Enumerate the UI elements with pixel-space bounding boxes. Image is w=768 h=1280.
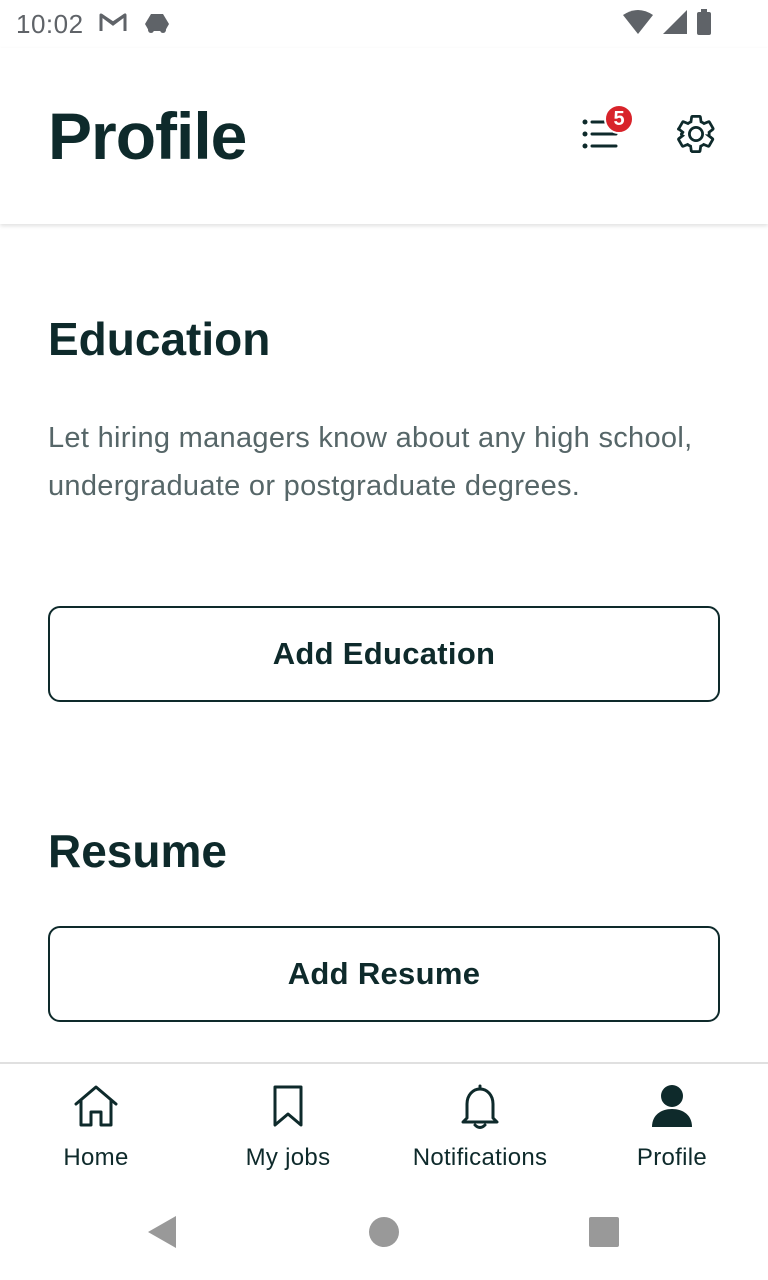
profile-content[interactable]: Education Let hiring managers know about… xyxy=(0,224,768,1062)
education-description: Let hiring managers know about any high … xyxy=(48,422,693,502)
nav-item-profile[interactable]: Profile xyxy=(576,1064,768,1190)
gmail-icon xyxy=(98,10,128,39)
back-icon[interactable] xyxy=(146,1214,178,1255)
wifi-icon xyxy=(622,9,654,40)
gear-icon xyxy=(674,112,718,161)
bookmark-icon xyxy=(262,1080,314,1132)
notification-count-badge: 5 xyxy=(604,104,634,134)
checklist-button[interactable]: 5 xyxy=(572,104,634,164)
status-time: 10:02 xyxy=(16,8,84,39)
profile-screen: 10:02 Profile 5 Education Let hiring man… xyxy=(0,0,768,1280)
drive-icon xyxy=(142,10,172,39)
home-circle-icon[interactable] xyxy=(368,1216,400,1253)
status-bar: 10:02 xyxy=(0,0,768,48)
status-right xyxy=(622,8,712,40)
nav-label-profile: Profile xyxy=(636,1144,708,1171)
nav-label-notifications: Notifications xyxy=(412,1144,548,1171)
nav-label-home: Home xyxy=(63,1144,129,1171)
app-header: Profile 5 xyxy=(0,48,768,224)
education-title: Education xyxy=(48,313,271,365)
resume-title: Resume xyxy=(48,825,227,877)
battery-icon xyxy=(696,8,712,40)
add-education-button[interactable]: Add Education xyxy=(48,606,720,702)
add-resume-button[interactable]: Add Resume xyxy=(48,926,720,1022)
status-left: 10:02 xyxy=(16,9,172,40)
nav-item-home[interactable]: Home xyxy=(0,1064,192,1190)
page-title: Profile xyxy=(48,99,247,173)
nav-item-my-jobs[interactable]: My jobs xyxy=(192,1064,384,1190)
signal-icon xyxy=(662,9,688,40)
home-icon xyxy=(70,1080,122,1132)
bell-icon xyxy=(454,1080,506,1132)
settings-button[interactable] xyxy=(668,108,724,164)
system-nav-bar xyxy=(0,1190,768,1280)
nav-item-notifications[interactable]: Notifications xyxy=(384,1064,576,1190)
person-icon xyxy=(646,1080,698,1132)
bottom-nav: Home My jobs Notifications Profile xyxy=(0,1062,768,1190)
recents-icon[interactable] xyxy=(588,1216,620,1253)
nav-label-my-jobs: My jobs xyxy=(245,1144,331,1171)
